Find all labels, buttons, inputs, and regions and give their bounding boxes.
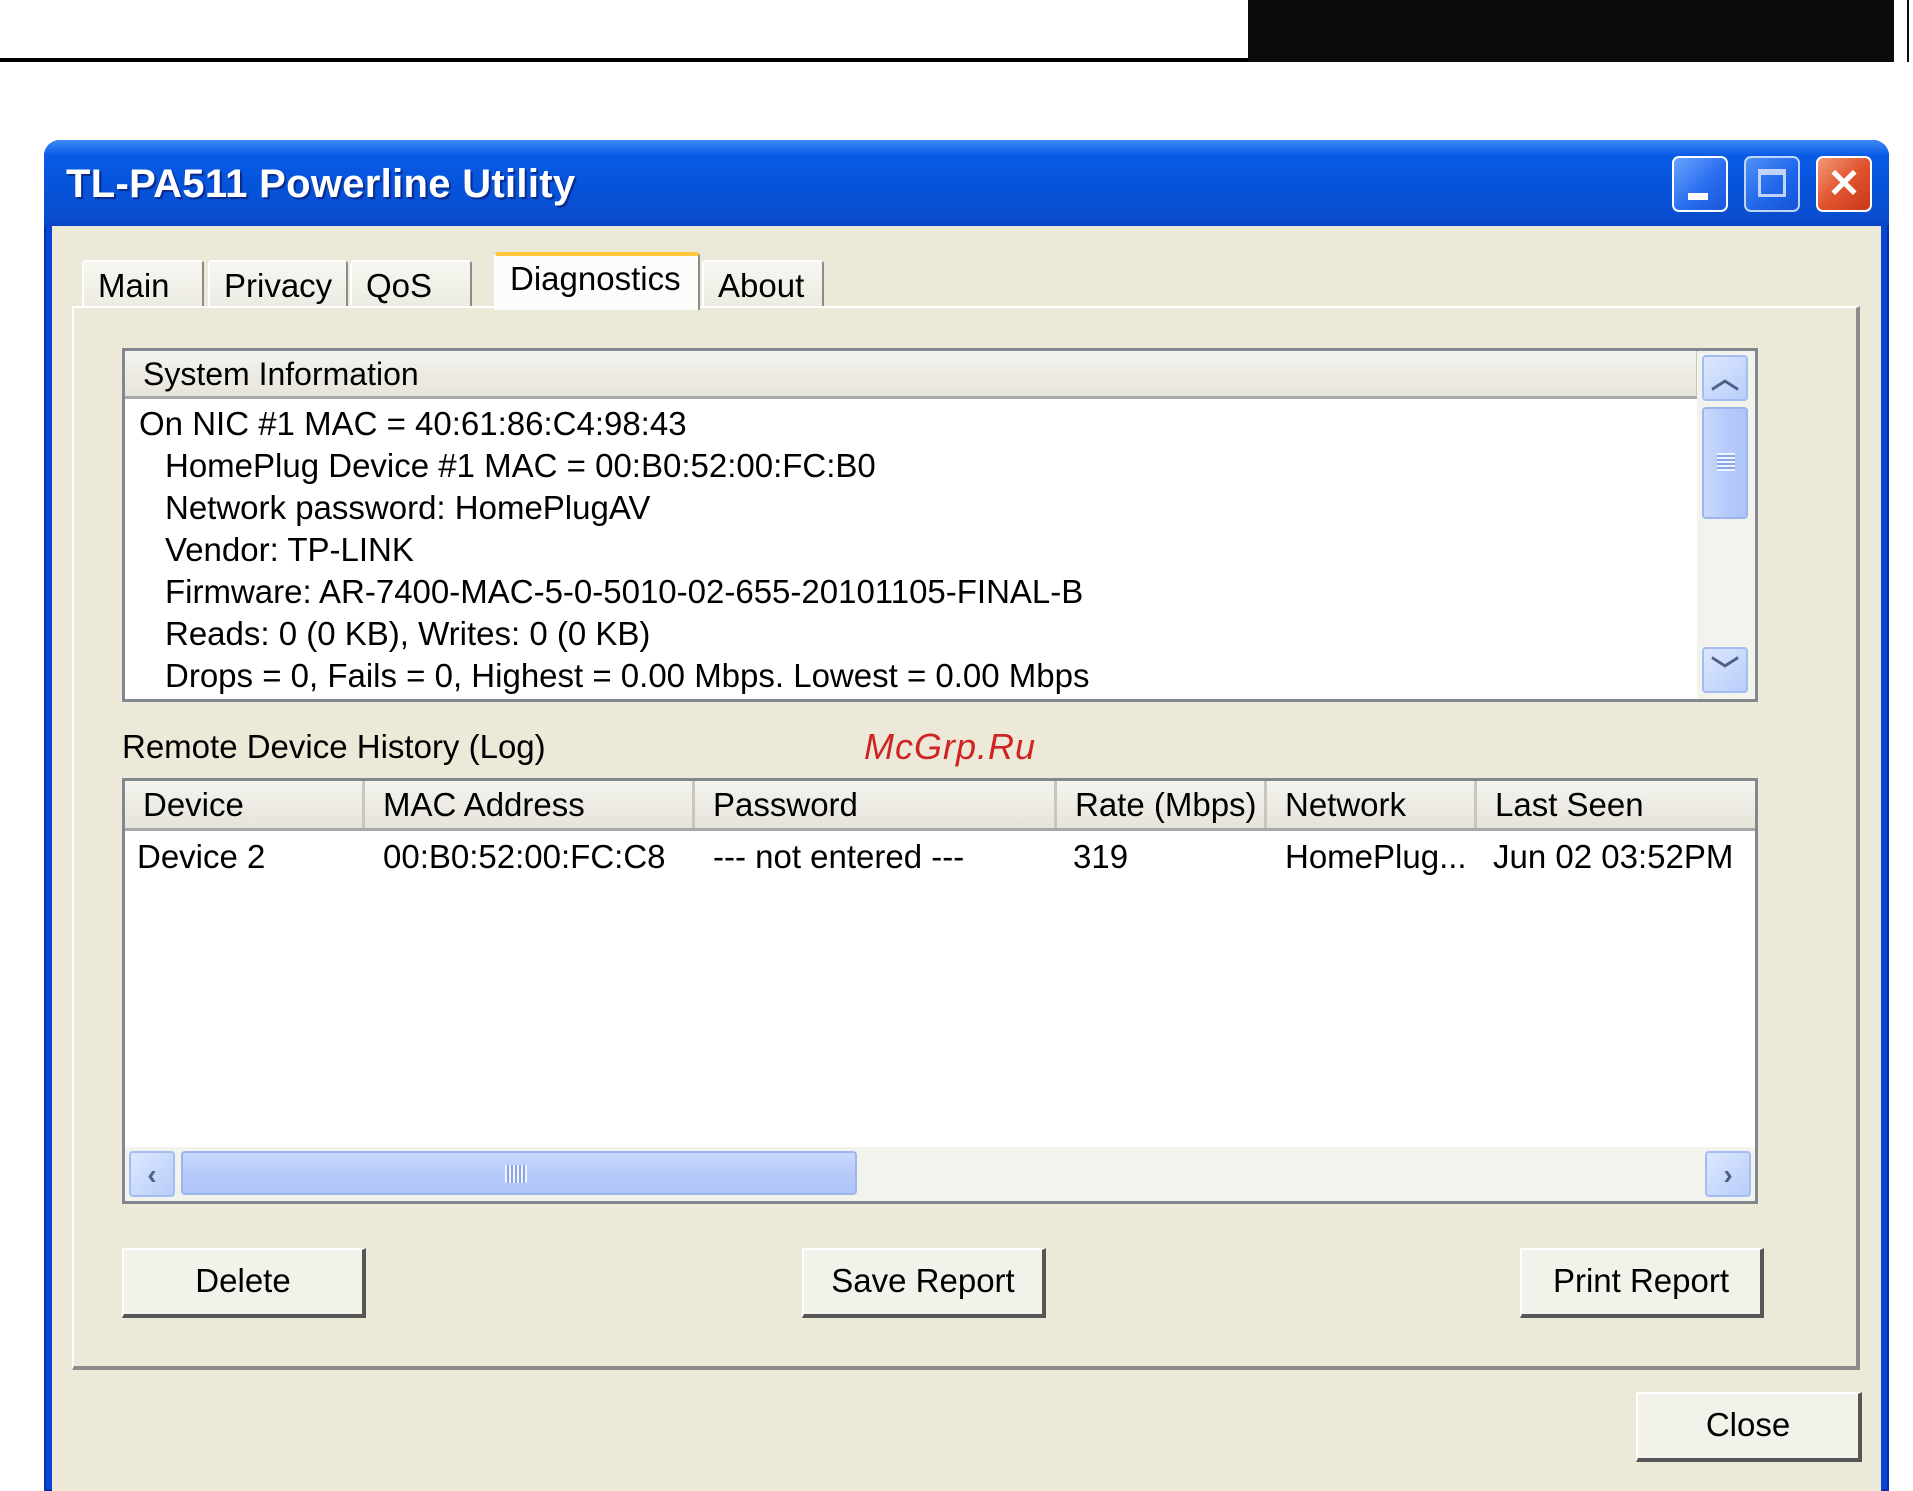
reads-writes-line: Reads: 0 (0 KB), Writes: 0 (0 KB) bbox=[165, 615, 651, 652]
cell-device: Device 2 bbox=[137, 838, 266, 875]
chevron-up-icon: ︿ bbox=[1710, 363, 1739, 394]
column-last-seen[interactable]: Last Seen bbox=[1477, 781, 1755, 828]
diagnostics-panel: System Information On NIC #1 MAC = 40:61… bbox=[72, 306, 1860, 1370]
page-rule bbox=[0, 58, 1250, 62]
maximize-icon bbox=[1758, 169, 1786, 197]
utility-window: TL-PA511 Powerline Utility ✕ Main Privac… bbox=[44, 140, 1889, 1491]
vertical-scrollbar[interactable]: ︿ ﹀ bbox=[1697, 351, 1755, 699]
scroll-up-button[interactable]: ︿ bbox=[1702, 355, 1748, 401]
vendor-line: Vendor: TP-LINK bbox=[165, 531, 414, 568]
chevron-down-icon: ﹀ bbox=[1710, 655, 1739, 686]
cell-network: HomePlug... bbox=[1285, 838, 1467, 875]
column-mac-address[interactable]: MAC Address bbox=[365, 781, 695, 828]
vertical-scroll-thumb[interactable] bbox=[1702, 407, 1748, 519]
cell-mac-address: 00:B0:52:00:FC:C8 bbox=[383, 838, 666, 875]
delete-button[interactable]: Delete bbox=[122, 1248, 366, 1318]
close-window-button[interactable]: ✕ bbox=[1816, 156, 1872, 212]
minimize-button[interactable] bbox=[1672, 156, 1728, 212]
tab-qos[interactable]: QoS bbox=[350, 260, 472, 308]
nic-mac-line: On NIC #1 MAC = 40:61:86:C4:98:43 bbox=[139, 405, 687, 442]
title-bar[interactable]: TL-PA511 Powerline Utility ✕ bbox=[44, 140, 1889, 226]
system-information-list[interactable]: System Information On NIC #1 MAC = 40:61… bbox=[122, 348, 1758, 702]
scroll-down-button[interactable]: ﹀ bbox=[1702, 647, 1748, 693]
log-header: Device MAC Address Password Rate (Mbps) … bbox=[125, 781, 1755, 831]
page-header-line bbox=[1907, 0, 1909, 62]
print-report-button[interactable]: Print Report bbox=[1520, 1248, 1764, 1318]
horizontal-scroll-thumb[interactable] bbox=[181, 1151, 857, 1195]
chevron-left-icon: ‹ bbox=[147, 1159, 157, 1190]
firmware-line: Firmware: AR-7400-MAC-5-0-5010-02-655-20… bbox=[165, 573, 1084, 610]
system-information-header[interactable]: System Information bbox=[125, 351, 1699, 399]
column-device[interactable]: Device bbox=[125, 781, 365, 828]
save-report-button[interactable]: Save Report bbox=[802, 1248, 1046, 1318]
device-mac-line: HomePlug Device #1 MAC = 00:B0:52:00:FC:… bbox=[165, 447, 876, 484]
grip-icon bbox=[505, 1165, 527, 1183]
log-label: Remote Device History (Log) bbox=[122, 728, 546, 765]
page-header-block bbox=[1248, 0, 1894, 62]
tab-privacy[interactable]: Privacy bbox=[208, 260, 348, 308]
close-icon: ✕ bbox=[1827, 162, 1861, 206]
window-client: Main Privacy QoS Diagnostics About Syste… bbox=[52, 226, 1881, 1491]
column-password[interactable]: Password bbox=[695, 781, 1057, 828]
cell-password: --- not entered --- bbox=[713, 838, 965, 875]
maximize-button[interactable] bbox=[1744, 156, 1800, 212]
tab-main[interactable]: Main bbox=[82, 260, 204, 308]
network-password-line: Network password: HomePlugAV bbox=[165, 489, 651, 526]
window-title: TL-PA511 Powerline Utility bbox=[66, 162, 576, 206]
device-history-list[interactable]: Device MAC Address Password Rate (Mbps) … bbox=[122, 778, 1758, 1204]
cell-last-seen: Jun 02 03:52PM bbox=[1493, 838, 1734, 875]
close-button[interactable]: Close bbox=[1636, 1392, 1862, 1462]
scroll-right-button[interactable]: › bbox=[1705, 1151, 1751, 1197]
scroll-left-button[interactable]: ‹ bbox=[129, 1151, 175, 1197]
watermark: McGrp.Ru bbox=[864, 726, 1037, 767]
system-information-lines: On NIC #1 MAC = 40:61:86:C4:98:43 HomePl… bbox=[139, 403, 1089, 697]
horizontal-scrollbar[interactable]: ‹ › bbox=[125, 1147, 1755, 1201]
chevron-right-icon: › bbox=[1723, 1159, 1733, 1190]
grip-icon bbox=[1717, 453, 1735, 471]
minimize-icon bbox=[1688, 193, 1708, 200]
drops-fails-line: Drops = 0, Fails = 0, Highest = 0.00 Mbp… bbox=[165, 657, 1090, 694]
tab-about[interactable]: About bbox=[702, 260, 824, 308]
table-row[interactable]: Device 2 00:B0:52:00:FC:C8 --- not enter… bbox=[125, 833, 1755, 883]
tab-diagnostics[interactable]: Diagnostics bbox=[494, 252, 700, 310]
column-network[interactable]: Network bbox=[1267, 781, 1477, 828]
cell-rate: 319 bbox=[1073, 838, 1129, 875]
column-rate[interactable]: Rate (Mbps) bbox=[1057, 781, 1267, 828]
